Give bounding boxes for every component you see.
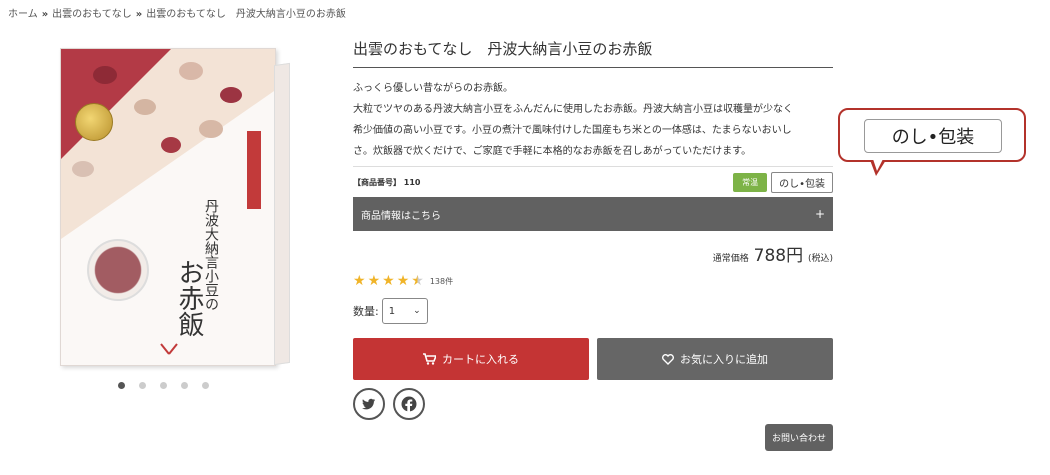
inquiry-button[interactable]: お問い合わせ bbox=[764, 424, 833, 451]
sku-label: 【商品番号】 bbox=[353, 177, 401, 187]
breadcrumb-separator: » bbox=[135, 9, 143, 20]
product-description: ふっくら優しい昔ながらのお赤飯。 大粒でツヤのある丹波大納言小豆をふんだんに使用… bbox=[353, 78, 833, 167]
product-title: 出雲のおもてなし 丹波大納言小豆のお赤飯 bbox=[353, 38, 833, 68]
award-badge-icon bbox=[75, 103, 113, 141]
description-line: ふっくら優しい昔ながらのお赤飯。 bbox=[353, 83, 513, 94]
package-label bbox=[247, 131, 261, 209]
price: 通常価格 788円 (税込) bbox=[353, 241, 833, 266]
chevron-down-icon: ⌄ bbox=[413, 306, 421, 316]
half-star-icon: ★ bbox=[411, 273, 424, 289]
review-count[interactable]: 138件 bbox=[430, 276, 453, 287]
package-illustration: 丹波大納言小豆の お赤飯 bbox=[61, 49, 275, 355]
callout-text: のし•包装 bbox=[864, 119, 1002, 153]
description-line: さ。炊飯器で炊くだけで、ご家庭で手軽に本格的なお赤飯を召しあがっていただけます。 bbox=[353, 146, 752, 157]
quantity-select[interactable]: 1 ⌄ bbox=[381, 298, 428, 324]
star-icon: ★ bbox=[382, 273, 395, 289]
gallery-dot[interactable] bbox=[139, 382, 146, 389]
facebook-icon bbox=[401, 396, 417, 412]
quantity-value: 1 bbox=[388, 305, 396, 317]
breadcrumb: ホーム» 出雲のおもてなし» 出雲のおもてなし 丹波大納言小豆のお赤飯 bbox=[8, 5, 346, 20]
callout-tail-inner bbox=[873, 159, 883, 171]
temperature-badge: 常温 bbox=[733, 172, 768, 192]
sku-value: 110 bbox=[403, 177, 421, 187]
price-prefix: 通常価格 bbox=[712, 254, 749, 264]
breadcrumb-category[interactable]: 出雲のおもてなし bbox=[52, 9, 132, 20]
price-amount: 788円 bbox=[753, 246, 804, 266]
star-icon: ★ bbox=[396, 273, 410, 289]
product-package-image: 丹波大納言小豆の お赤飯 bbox=[60, 48, 276, 366]
add-to-favorites-label: お気に入りに追加 bbox=[680, 353, 768, 366]
accordion-label: 商品情報はこちら bbox=[361, 210, 441, 222]
breadcrumb-home[interactable]: ホーム bbox=[8, 9, 38, 20]
rice-bowl-image bbox=[87, 239, 149, 301]
product-info-accordion[interactable]: 商品情報はこちら + bbox=[353, 197, 833, 231]
twitter-icon bbox=[362, 398, 375, 410]
gallery-dot[interactable] bbox=[160, 382, 167, 389]
heart-icon bbox=[662, 353, 674, 365]
quantity-label: 数量: bbox=[353, 305, 379, 318]
cart-icon bbox=[423, 353, 436, 365]
gallery-dot[interactable] bbox=[181, 382, 188, 389]
star-icon: ★ bbox=[353, 273, 366, 289]
plus-icon: + bbox=[814, 207, 825, 221]
description-line: 希少価値の高い小豆です。小豆の煮汁で風味付けした国産もち米との一体感は、たまらな… bbox=[353, 125, 792, 136]
add-to-cart-button[interactable]: カートに入れる bbox=[353, 338, 589, 380]
breadcrumb-separator: » bbox=[41, 9, 49, 20]
product-info: 出雲のおもてなし 丹波大納言小豆のお赤飯 ふっくら優しい昔ながらのお赤飯。 大粒… bbox=[353, 38, 833, 451]
svg-text:お赤飯: お赤飯 bbox=[174, 259, 204, 337]
product-sku: 【商品番号】 110 bbox=[353, 177, 421, 188]
twitter-share-button[interactable] bbox=[353, 388, 385, 420]
social-share bbox=[353, 388, 833, 420]
gallery-dot[interactable] bbox=[202, 382, 209, 389]
svg-text:丹波大納言小豆の: 丹波大納言小豆の bbox=[203, 199, 219, 311]
product-image[interactable]: 丹波大納言小豆の お赤飯 bbox=[52, 42, 304, 372]
rating[interactable]: ★ ★ ★ ★ ★ 138件 bbox=[353, 274, 833, 288]
facebook-share-button[interactable] bbox=[393, 388, 425, 420]
add-to-cart-label: カートに入れる bbox=[442, 353, 519, 366]
gallery-dot[interactable] bbox=[118, 382, 125, 389]
product-tags: 常温 のし•包装 bbox=[733, 171, 833, 193]
quantity-row: 数量: 1 ⌄ bbox=[353, 298, 833, 324]
wrapping-badge: のし•包装 bbox=[771, 171, 833, 193]
action-buttons: カートに入れる お気に入りに追加 bbox=[353, 338, 833, 380]
package-side bbox=[274, 62, 290, 366]
gallery-pagination bbox=[118, 382, 209, 389]
description-line: 大粒でツヤのある丹波大納言小豆をふんだんに使用したお赤飯。丹波大納言小豆は収穫量… bbox=[353, 104, 793, 115]
price-tax: (税込) bbox=[807, 254, 833, 264]
product-meta: 【商品番号】 110 常温 のし•包装 bbox=[353, 167, 833, 197]
breadcrumb-current: 出雲のおもてなし 丹波大納言小豆のお赤飯 bbox=[146, 9, 346, 20]
star-icon: ★ bbox=[367, 273, 381, 289]
add-to-favorites-button[interactable]: お気に入りに追加 bbox=[597, 338, 833, 380]
